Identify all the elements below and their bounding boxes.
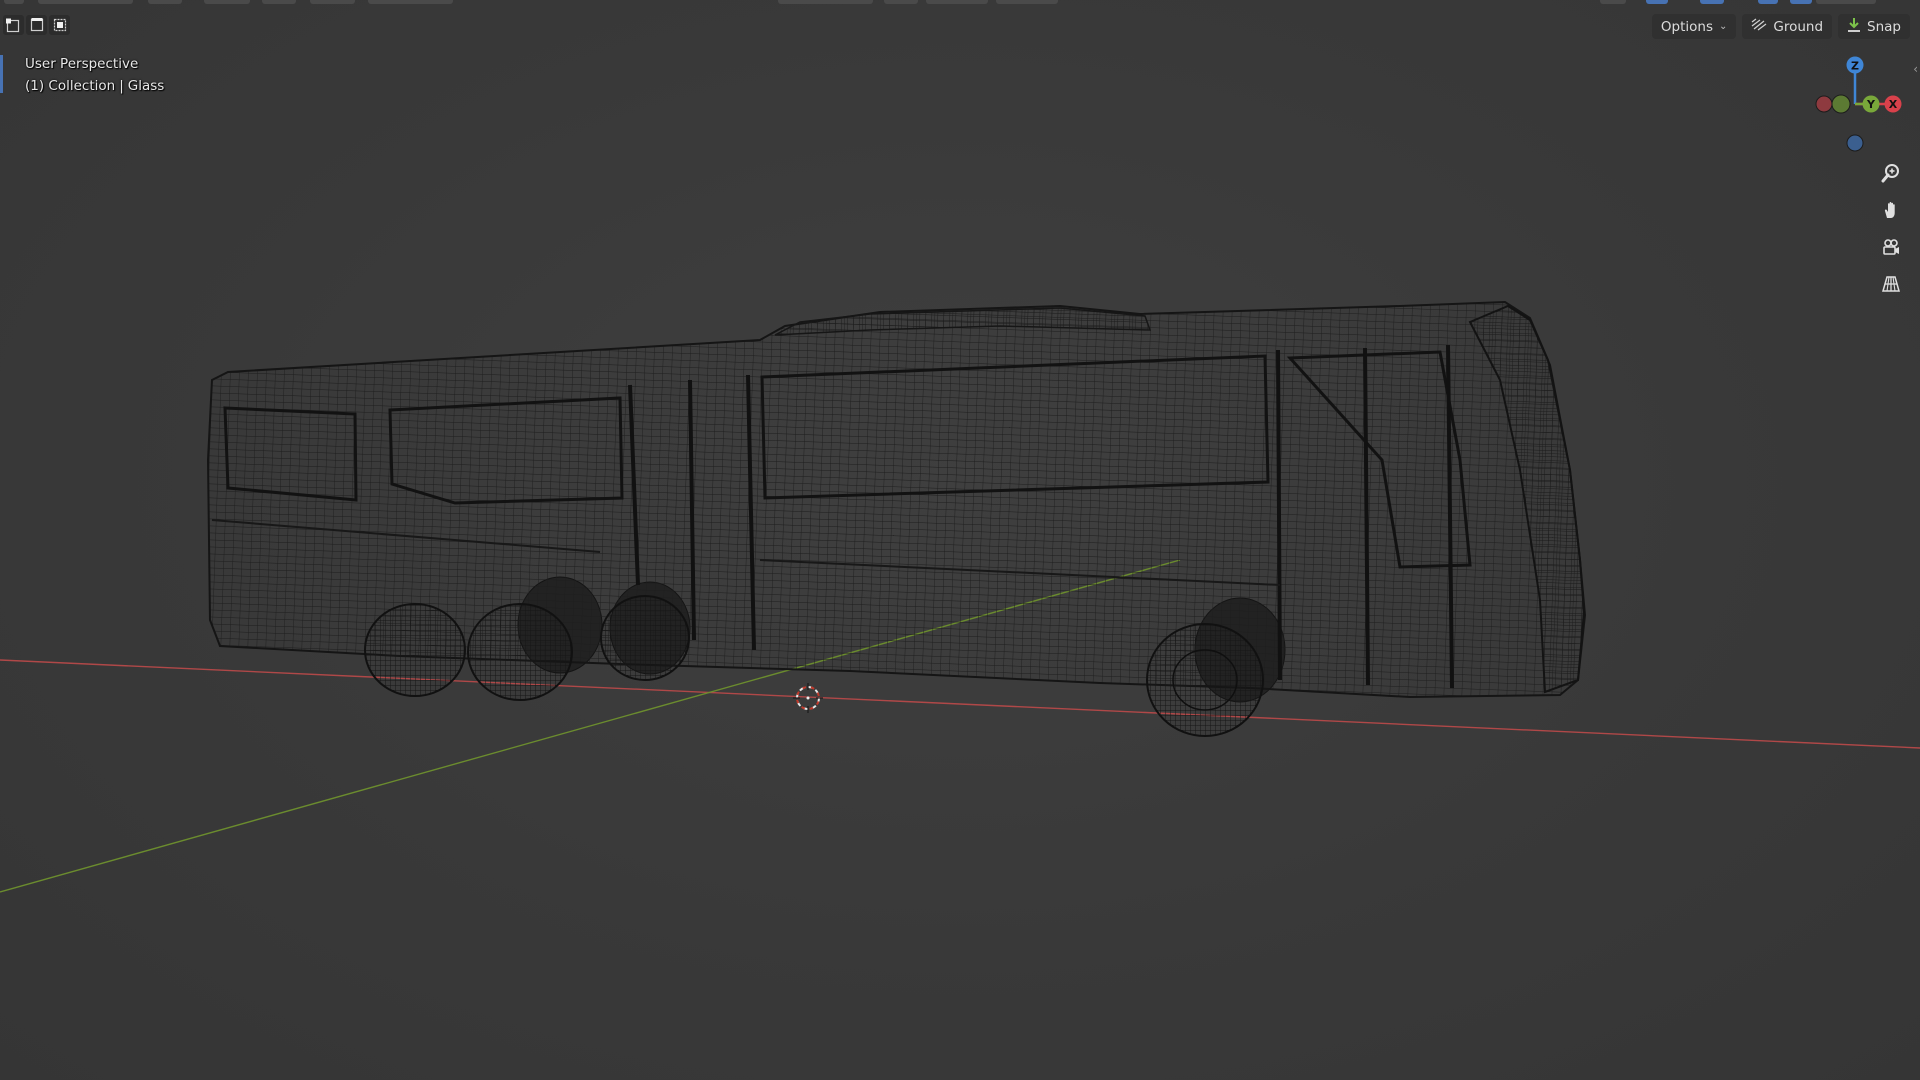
3d-cursor-icon[interactable] xyxy=(793,683,823,713)
perspective-toggle-icon[interactable] xyxy=(1876,269,1906,298)
gizmo-neg-y[interactable] xyxy=(1831,94,1851,114)
zoom-icon[interactable] xyxy=(1876,158,1906,187)
gizmo-z-label: Z xyxy=(1851,60,1859,73)
gizmo-x-label: X xyxy=(1889,98,1898,111)
rear-wheel-2 xyxy=(467,603,573,701)
3d-viewport[interactable]: User Perspective (1) Collection | Glass Op… xyxy=(0,0,1920,1080)
front-wheel xyxy=(1146,623,1264,737)
gizmo-neg-x[interactable] xyxy=(1815,95,1833,113)
navigation-gizmo[interactable]: Z Y X xyxy=(1800,50,1904,160)
camera-view-icon[interactable] xyxy=(1876,232,1906,261)
gizmo-y-label: Y xyxy=(1866,98,1876,111)
pan-hand-icon[interactable] xyxy=(1876,195,1906,224)
gizmo-neg-z[interactable] xyxy=(1846,134,1864,152)
rear-wheel-3 xyxy=(600,595,690,681)
rear-wheel-1 xyxy=(364,603,466,697)
navigation-tools xyxy=(1876,158,1906,298)
scene-canvas[interactable] xyxy=(0,0,1920,1080)
